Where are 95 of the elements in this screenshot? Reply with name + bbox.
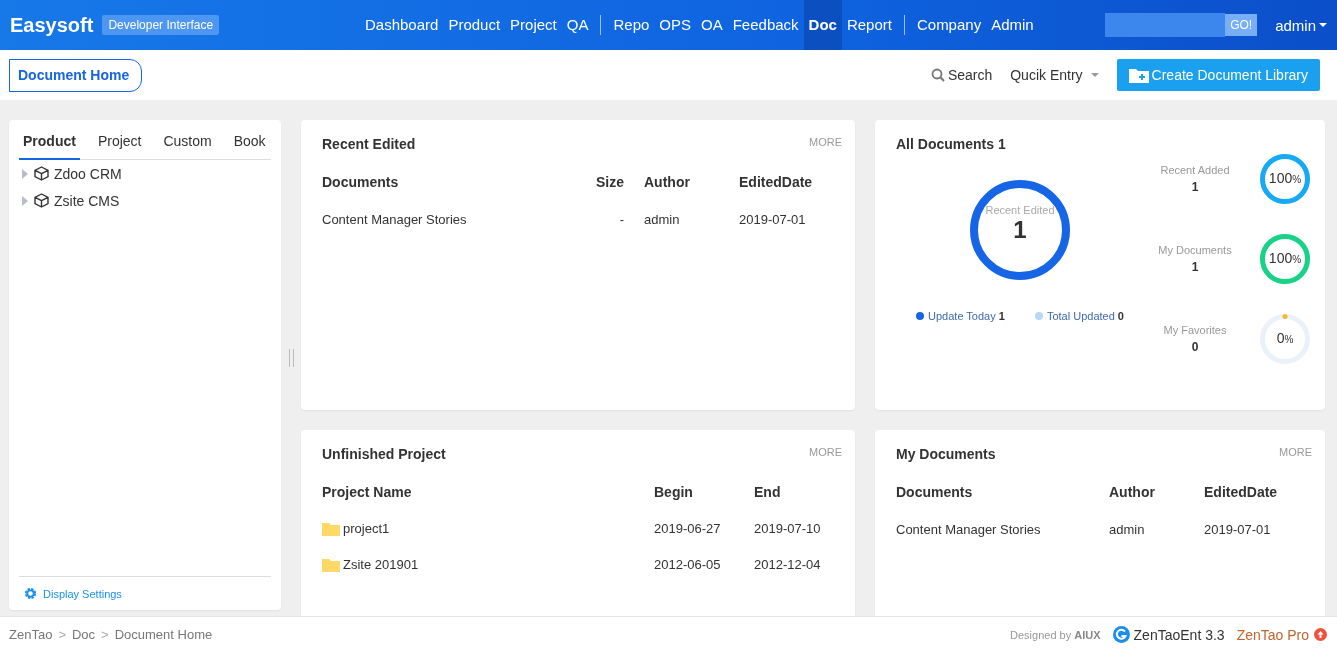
card-title: Recent Edited <box>322 136 416 152</box>
more-link[interactable]: MORE <box>809 136 842 148</box>
stat-value: 0 <box>1191 340 1199 354</box>
folder-plus-icon <box>1128 67 1149 83</box>
column-header: Size <box>584 164 644 202</box>
nav-tab[interactable]: QA <box>561 0 594 50</box>
nav-tab[interactable]: Product <box>443 0 506 50</box>
tree-item[interactable]: Zsite CMS <box>54 192 120 209</box>
sidebar-tab[interactable]: Product <box>19 128 80 160</box>
card-title: Unfinished Project <box>322 446 446 462</box>
user-name[interactable]: admin <box>1275 16 1316 34</box>
nav-tab[interactable]: Report <box>841 0 897 50</box>
nav-tab[interactable]: Dashboard <box>360 0 444 50</box>
legend-label: Update Today 1 <box>928 310 1005 322</box>
caret-icon <box>1319 23 1327 27</box>
cube-icon <box>34 166 49 181</box>
version-link[interactable]: ZenTaoEnt 3.3 <box>1112 626 1225 643</box>
logo-icon <box>1112 626 1130 643</box>
search-field[interactable] <box>1105 13 1226 37</box>
folder-icon <box>322 557 340 572</box>
breadcrumb-tab[interactable]: Document Home <box>9 58 143 92</box>
percent-value: 100% <box>1268 250 1302 268</box>
document-link[interactable]: Content Manager Stories <box>322 202 584 239</box>
column-header: Author <box>1109 474 1204 512</box>
breadcrumb-separator: > <box>58 627 66 642</box>
percent-value: 0% <box>1276 330 1294 348</box>
column-header: Documents <box>896 474 1109 512</box>
more-link[interactable]: MORE <box>1279 446 1312 458</box>
legend-label: Total Updated 0 <box>1046 310 1124 322</box>
quick-entry-label[interactable]: Qucik Entry <box>1010 67 1083 83</box>
gear-icon <box>24 587 37 600</box>
upgrade-arrow-icon <box>1314 628 1327 641</box>
column-header: Author <box>644 164 739 202</box>
column-header: Begin <box>654 474 754 512</box>
nav-tab[interactable]: Repo <box>608 0 655 50</box>
table-cell-text: 2019-07-01 <box>1204 521 1272 539</box>
breadcrumb-link[interactable]: ZenTao <box>9 627 53 642</box>
brand-logo: Easysoft <box>10 13 94 37</box>
resize-handle[interactable] <box>288 349 294 367</box>
display-settings-link[interactable]: Display Settings <box>24 587 266 600</box>
nav-tab[interactable]: Company <box>911 0 987 50</box>
more-link[interactable]: MORE <box>809 446 842 458</box>
search-label[interactable]: Search <box>947 67 993 83</box>
search-icon <box>930 68 945 82</box>
percent-ring <box>1260 154 1310 204</box>
table-cell: 2012-06-05 <box>654 548 754 585</box>
column-header: EditedDate <box>739 173 814 192</box>
stat-value: 1 <box>1191 260 1199 274</box>
card-title: All Documents 1 <box>896 136 1006 152</box>
sidebar-tab[interactable]: Book <box>229 128 270 159</box>
nav-tab[interactable]: Doc <box>803 0 842 50</box>
breadcrumb-link[interactable]: Document Home <box>114 627 213 642</box>
table-cell-text: 2019-07-10 <box>754 519 822 538</box>
nav-tab[interactable]: Project <box>505 0 562 50</box>
percent-ring <box>1260 314 1310 364</box>
stat-label: My Favorites <box>1163 324 1227 336</box>
percent-value: 100% <box>1268 170 1302 188</box>
column-header: Project Name <box>322 474 654 512</box>
table-cell-text: 2012-12-04 <box>754 555 822 574</box>
percent-ring <box>1260 234 1310 284</box>
stat-value: 1 <box>1191 180 1199 194</box>
pro-link[interactable]: ZenTao Pro <box>1236 626 1327 643</box>
search-link[interactable]: Search <box>930 67 993 83</box>
ring-value: 1 <box>1013 216 1027 244</box>
quick-entry-dropdown[interactable]: Qucik Entry <box>1010 67 1099 83</box>
nav-tab[interactable]: Feedback <box>727 0 804 50</box>
column-header: EditedDate <box>1204 483 1279 502</box>
interface-badge: Developer Interface <box>102 15 220 35</box>
nav-tab[interactable]: OPS <box>654 0 696 50</box>
table-cell: admin <box>1109 512 1204 549</box>
document-link[interactable]: Content Manager Stories <box>896 512 1109 549</box>
designed-by-text: Designed by AIUX <box>1010 628 1101 641</box>
stat-label: My Documents <box>1158 244 1232 256</box>
stat-label: Recent Added <box>1160 164 1230 176</box>
breadcrumb-separator: > <box>101 627 109 642</box>
nav-tab[interactable]: Admin <box>986 0 1039 50</box>
breadcrumb-link[interactable]: Doc <box>71 627 96 642</box>
table-cell: 2019-06-27 <box>654 512 754 549</box>
table-cell-text: 2019-07-01 <box>739 211 807 229</box>
sidebar-tab[interactable]: Custom <box>159 128 216 159</box>
tree-item[interactable]: Zdoo CRM <box>54 165 122 182</box>
user-menu[interactable]: admin <box>1275 16 1327 34</box>
cube-icon <box>34 193 49 208</box>
nav-tab[interactable]: OA <box>696 0 728 50</box>
project-link[interactable]: project1 <box>343 521 390 537</box>
column-header: End <box>754 483 782 502</box>
card-title: My Documents <box>896 446 996 462</box>
project-link[interactable]: Zsite 201901 <box>343 557 419 573</box>
ring-label: Recent Edited <box>985 204 1055 216</box>
table-cell: - <box>584 202 644 239</box>
column-header: Documents <box>322 173 400 192</box>
folder-icon <box>322 521 340 536</box>
caret-icon <box>1090 73 1099 77</box>
sidebar-tab[interactable]: Project <box>93 128 146 159</box>
table-cell: admin <box>644 202 739 239</box>
